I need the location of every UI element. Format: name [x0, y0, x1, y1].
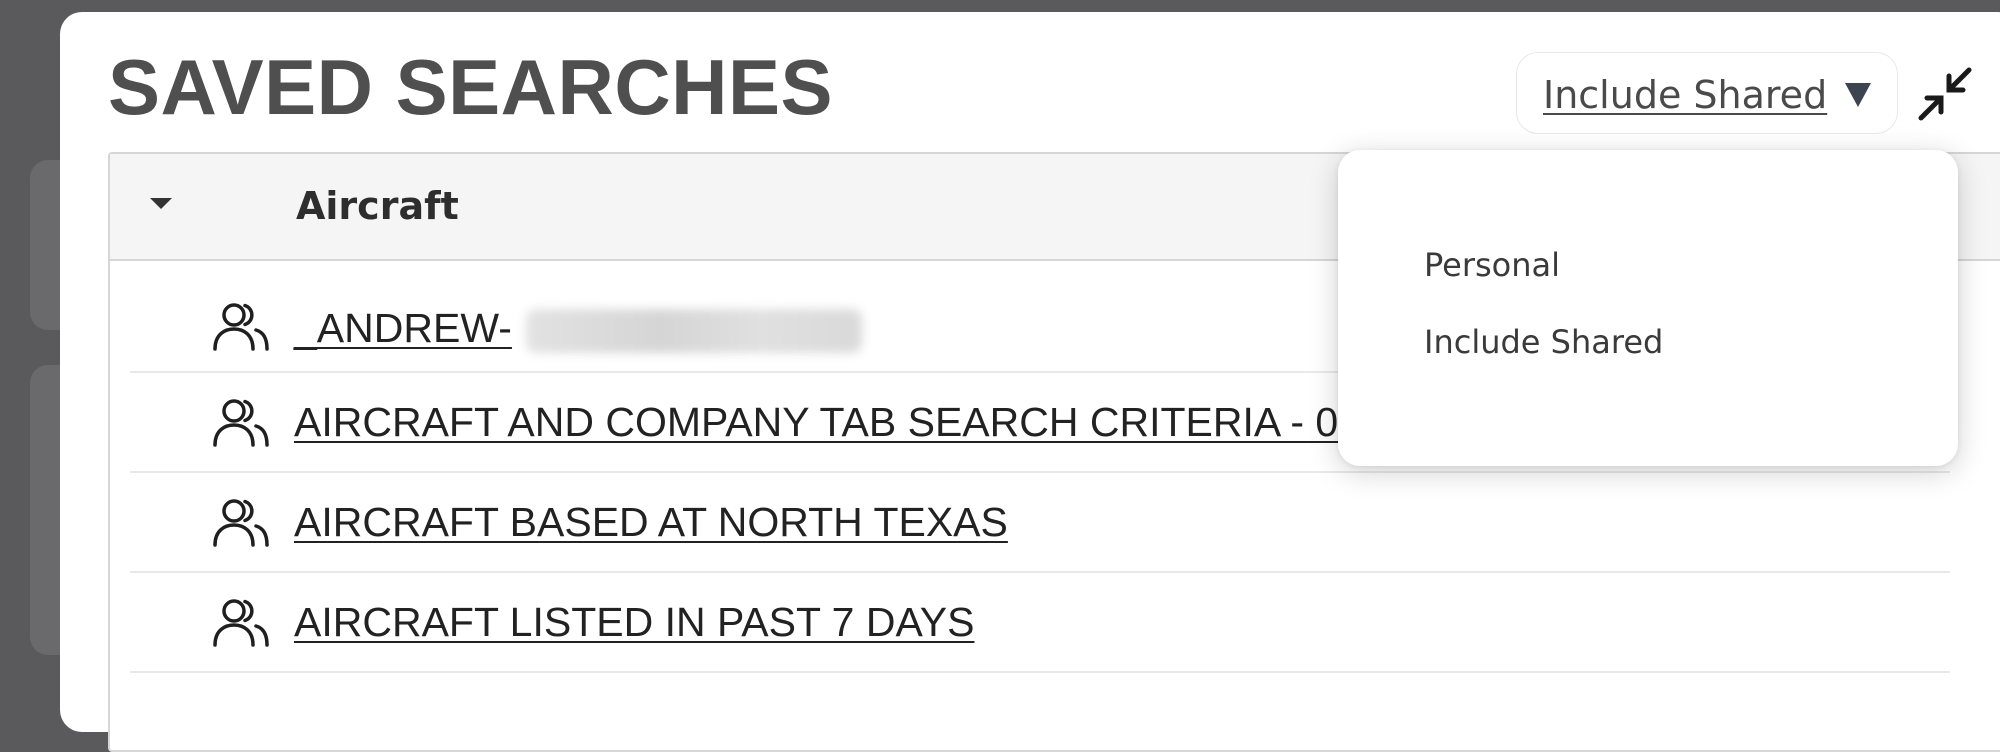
saved-search-link[interactable]: _ANDREW-: [294, 305, 862, 354]
caret-down-icon: [150, 198, 172, 209]
users-icon: [213, 303, 269, 351]
menu-item-personal[interactable]: Personal: [1424, 246, 1560, 284]
users-icon: [213, 499, 269, 547]
saved-search-link[interactable]: AIRCRAFT BASED AT NORTH TEXAS: [294, 499, 1008, 546]
page-title: SAVED SEARCHES: [108, 43, 834, 131]
minimize-arrows-icon: [1918, 67, 1972, 121]
collapse-button[interactable]: [1915, 64, 1975, 124]
list-item: AIRCRAFT LISTED IN PAST 7 DAYS: [130, 573, 1950, 673]
scope-dropdown-menu: Personal Include Shared: [1338, 150, 1958, 466]
users-icon: [213, 599, 269, 647]
saved-search-link[interactable]: AIRCRAFT AND COMPANY TAB SEARCH CRITERIA…: [294, 399, 1450, 446]
group-title: Aircraft: [296, 184, 459, 228]
saved-searches-panel: SAVED SEARCHES Include Shared Aircraft _…: [60, 12, 2000, 752]
users-icon: [213, 399, 269, 447]
scope-select[interactable]: Include Shared: [1516, 52, 1898, 134]
scope-select-value: Include Shared: [1543, 73, 1828, 117]
redacted-text: [525, 309, 862, 354]
list-item: AIRCRAFT BASED AT NORTH TEXAS: [130, 473, 1950, 573]
saved-search-link[interactable]: AIRCRAFT LISTED IN PAST 7 DAYS: [294, 599, 974, 646]
caret-down-icon: [1845, 83, 1871, 107]
menu-item-include-shared[interactable]: Include Shared: [1424, 323, 1663, 361]
